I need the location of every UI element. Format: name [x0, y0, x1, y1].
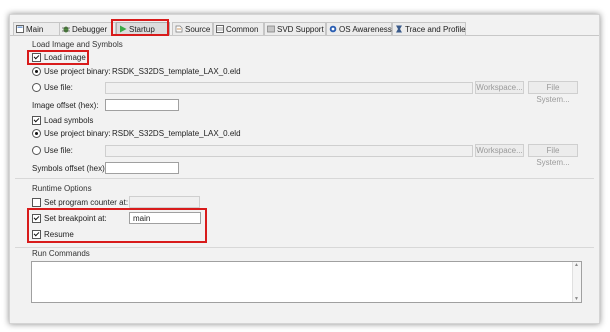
- image-file-input[interactable]: [105, 82, 473, 94]
- tab-os-awareness-label: OS Awareness: [339, 24, 392, 34]
- startup-tab-highlight: [111, 19, 169, 36]
- symbols-use-file-radio[interactable]: Use file:: [32, 146, 73, 155]
- load-image-highlight: [27, 50, 89, 65]
- tab-svd-support-label: SVD Support: [277, 24, 324, 34]
- image-offset-label: Image offset (hex):: [32, 101, 99, 110]
- use-file-label: Use file:: [44, 83, 73, 92]
- symbols-use-file-radio-dot[interactable]: [32, 146, 41, 155]
- set-pc-checkbox[interactable]: Set program counter at:: [32, 198, 128, 207]
- main-tab-icon: [16, 25, 24, 33]
- tab-common-label: Common: [226, 24, 259, 34]
- runtime-group-title: Runtime Options: [32, 184, 92, 193]
- symbols-binary-name: RSDK_S32DS_template_LAX_0.eld: [112, 129, 241, 138]
- load-symbols-check-box[interactable]: [32, 116, 41, 125]
- group-divider: [15, 178, 594, 179]
- tab-svd-support[interactable]: SVD Support: [264, 22, 326, 35]
- group-divider-2: [15, 247, 594, 248]
- load-symbols-checkbox[interactable]: Load symbols: [32, 116, 93, 125]
- set-pc-label: Set program counter at:: [44, 198, 129, 207]
- pc-address-input[interactable]: [129, 196, 200, 208]
- image-binary-name: RSDK_S32DS_template_LAX_0.eld: [112, 67, 241, 76]
- tab-trace-and-profile[interactable]: Trace and Profile: [392, 22, 466, 35]
- symbols-filesystem-button[interactable]: File System...: [528, 144, 578, 167]
- run-commands-textarea[interactable]: ▲ ▼: [31, 261, 582, 303]
- image-use-file-radio-dot[interactable]: [32, 83, 41, 92]
- tab-main[interactable]: Main: [13, 22, 60, 35]
- set-pc-check-box[interactable]: [32, 198, 41, 207]
- scroll-down-icon[interactable]: ▼: [574, 296, 579, 302]
- symbols-offset-label: Symbols offset (hex):: [32, 164, 107, 173]
- load-symbols-label: Load symbols: [44, 116, 94, 125]
- symbols-offset-input[interactable]: [105, 162, 179, 174]
- symbols-file-input[interactable]: [105, 145, 473, 157]
- debugger-bug-icon: [62, 25, 70, 33]
- svd-icon: [267, 25, 275, 33]
- use-file-radio[interactable]: Use file:: [32, 83, 73, 92]
- image-workspace-button[interactable]: Workspace...: [475, 81, 524, 94]
- image-offset-input[interactable]: [105, 99, 179, 111]
- tab-common[interactable]: Common: [213, 22, 264, 35]
- use-project-binary-label: Use project binary:: [44, 67, 111, 76]
- symbols-use-project-binary-label: Use project binary:: [44, 129, 111, 138]
- debug-configuration-panel: Main Debugger Startup Source Common SVD …: [9, 14, 600, 324]
- use-project-binary-radio[interactable]: Use project binary:: [32, 67, 111, 76]
- load-group-title: Load Image and Symbols: [32, 40, 123, 49]
- tab-debugger[interactable]: Debugger: [59, 22, 116, 35]
- tab-main-label: Main: [26, 24, 44, 34]
- common-icon: [216, 25, 224, 33]
- tab-os-awareness[interactable]: OS Awareness: [326, 22, 392, 35]
- runtime-options-highlight: [27, 208, 207, 243]
- source-icon: [175, 25, 183, 33]
- scroll-up-icon[interactable]: ▲: [574, 262, 579, 268]
- image-project-binary-radio-dot[interactable]: [32, 67, 41, 76]
- tab-debugger-label: Debugger: [72, 24, 108, 34]
- run-commands-title: Run Commands: [32, 249, 90, 258]
- trace-icon: [395, 25, 403, 33]
- run-commands-scrollbar[interactable]: ▲ ▼: [572, 262, 581, 302]
- image-filesystem-button[interactable]: File System...: [528, 81, 578, 104]
- os-awareness-icon: [329, 25, 337, 33]
- tab-source-label: Source: [185, 24, 211, 34]
- symbols-use-project-binary-radio[interactable]: Use project binary:: [32, 129, 111, 138]
- tab-source[interactable]: Source: [172, 22, 213, 35]
- tab-trace-and-profile-label: Trace and Profile: [405, 24, 466, 34]
- symbols-use-file-label: Use file:: [44, 146, 73, 155]
- symbols-project-binary-radio-dot[interactable]: [32, 129, 41, 138]
- symbols-workspace-button[interactable]: Workspace...: [475, 144, 524, 157]
- tab-bar: Main Debugger Startup Source Common SVD …: [10, 15, 599, 36]
